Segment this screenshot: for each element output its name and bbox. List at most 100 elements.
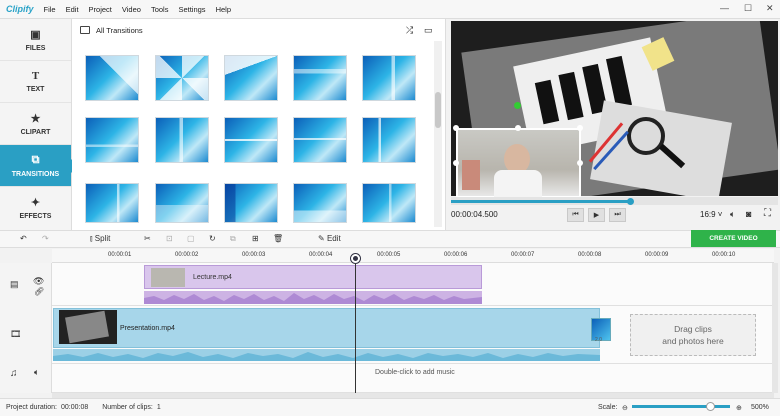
resize-handle[interactable] — [453, 125, 459, 131]
sidebar-item-label: FILES — [25, 44, 46, 52]
menu-edit[interactable]: Edit — [66, 5, 79, 14]
playhead-handle[interactable] — [351, 254, 360, 263]
rotate-handle[interactable] — [514, 102, 521, 109]
text-icon: T — [31, 70, 40, 82]
create-video-button[interactable]: CREATE VIDEO — [691, 230, 776, 247]
panel-scrollbar[interactable] — [434, 41, 442, 227]
transition-thumb[interactable] — [362, 117, 416, 163]
split-button[interactable]: ⫾ Split — [90, 234, 110, 244]
drop-zone[interactable]: Drag clips and photos here — [630, 314, 756, 356]
toggle-icon[interactable]: ▭ — [424, 25, 433, 36]
transition-thumb[interactable] — [224, 183, 278, 223]
clip-name: Presentation.mp4 — [120, 325, 175, 332]
transition-thumb[interactable] — [224, 55, 278, 101]
link-icon[interactable]: 🔗︎ — [34, 287, 44, 296]
audio-waveform[interactable] — [144, 291, 482, 304]
edit-button[interactable]: ✎ Edit — [318, 234, 341, 243]
ruler-tick: 00:00:06 — [444, 252, 468, 258]
scale-slider-knob[interactable] — [706, 402, 715, 411]
menu-tools[interactable]: Tools — [151, 5, 169, 14]
zoom-out-icon[interactable]: ⊖ — [622, 404, 628, 412]
ruler-tick: 00:00:05 — [377, 252, 401, 258]
menu-project[interactable]: Project — [89, 5, 112, 14]
aspect-ratio-value: 16:9 — [700, 210, 716, 219]
add-clip-icon[interactable]: ⊞ — [252, 234, 259, 243]
zoom-in-icon[interactable]: ⊕ — [736, 404, 742, 412]
resize-icon[interactable]: ▢ — [187, 234, 195, 243]
timeline-toolbar: ↶ ↷ ⫾ Split ✂ ⊡ ▢ ↻ ⧉ ⊞ 🗑︎ ✎ Edit — [0, 230, 780, 248]
maximize-icon[interactable]: ☐ — [744, 3, 752, 14]
scissors-icon[interactable]: ✂ — [144, 234, 151, 243]
menu-file[interactable]: File — [44, 5, 56, 14]
scale-slider-track[interactable] — [632, 405, 730, 408]
track-headers: ▤ 👁︎ 🔗︎ 🎞︎ ♫ 🔈︎ — [0, 263, 52, 393]
sidebar-item-clipart[interactable]: ★ CLIPART — [0, 103, 71, 145]
eye-icon[interactable]: 👁︎ — [33, 276, 44, 287]
sidebar-item-files[interactable]: ▣ FILES — [0, 19, 71, 61]
transition-thumb[interactable] — [293, 117, 347, 163]
audio-waveform[interactable] — [53, 349, 600, 361]
scale-value: 500% — [751, 404, 769, 411]
preview-progress-knob[interactable] — [627, 198, 634, 205]
trash-icon[interactable]: 🗑︎ — [273, 234, 283, 243]
sidebar-item-transitions[interactable]: ⧉ TRANSITIONS — [0, 145, 78, 187]
overlay-track-icon: ▤ — [10, 279, 19, 289]
camera-icon[interactable]: ◙ — [746, 209, 751, 219]
transition-thumb[interactable] — [362, 183, 416, 223]
aspect-ratio-select[interactable]: 16:9 ˅ — [700, 210, 722, 219]
waveform-svg — [53, 352, 600, 361]
ruler-tick: 00:00:04 — [309, 252, 333, 258]
timeline-vscrollbar[interactable] — [772, 263, 778, 393]
transition-thumb[interactable] — [85, 55, 139, 101]
sidebar-item-label: TEXT — [26, 86, 45, 93]
transition-thumb[interactable] — [155, 183, 209, 223]
resize-handle[interactable] — [453, 160, 459, 166]
timeline-clip-presentation[interactable]: Presentation.mp4 — [53, 308, 600, 348]
sidebar: ▣ FILES T TEXT ★ CLIPART ⧉ TRANSITIONS ✦… — [0, 19, 78, 230]
resize-handle[interactable] — [577, 125, 583, 131]
panel-scrollbar-thumb[interactable] — [435, 92, 441, 128]
menu-settings[interactable]: Settings — [178, 5, 205, 14]
timeline-clip-lecture[interactable]: Lecture.mp4 — [144, 265, 482, 289]
sidebar-item-label: CLIPART — [20, 128, 51, 136]
sidebar-item-effects[interactable]: ✦ EFFECTS — [0, 187, 71, 229]
image-icon: ▣ — [30, 28, 41, 41]
transition-thumb[interactable] — [224, 117, 278, 163]
film-icon — [80, 26, 90, 34]
menu-video[interactable]: Video — [122, 5, 141, 14]
crop-icon[interactable]: ⊡ — [166, 234, 173, 243]
shuffle-icon[interactable]: ⤮ — [406, 25, 413, 36]
resize-handle[interactable] — [577, 160, 583, 166]
pip-poster — [462, 160, 480, 190]
resize-handle[interactable] — [515, 125, 521, 131]
split-label: Split — [94, 234, 111, 243]
transition-thumb[interactable] — [85, 183, 139, 223]
video-track-icon: 🎞︎ — [10, 329, 22, 339]
volume-icon[interactable]: 🔈︎ — [34, 367, 39, 378]
redo-icon[interactable]: ↷ — [42, 234, 49, 243]
rotate-icon[interactable]: ↻ — [209, 234, 216, 243]
undo-icon[interactable]: ↶ — [20, 234, 27, 243]
duration-label: Project duration: — [6, 404, 57, 411]
skip-back-button[interactable]: ⏮ — [567, 208, 584, 222]
volume-icon[interactable]: 🔈︎ — [730, 209, 735, 220]
copy-icon[interactable]: ⧉ — [230, 234, 236, 244]
skip-forward-button[interactable]: ⏭ — [609, 208, 626, 222]
ruler-tick: 00:00:08 — [578, 252, 602, 258]
fullscreen-icon[interactable]: ⛶ — [764, 208, 771, 219]
play-button[interactable]: ▶ — [588, 208, 605, 222]
picture-in-picture[interactable] — [456, 128, 581, 198]
transition-thumb[interactable] — [293, 183, 347, 223]
transition-thumb[interactable] — [362, 55, 416, 101]
app-logo: Clipify — [6, 4, 34, 14]
preview-progress-fill — [451, 200, 631, 203]
transition-thumb[interactable] — [155, 55, 209, 101]
menu-help[interactable]: Help — [216, 5, 231, 14]
transition-thumb[interactable] — [155, 117, 209, 163]
minimize-icon[interactable]: — — [720, 3, 729, 13]
transition-thumb[interactable] — [293, 55, 347, 101]
close-icon[interactable]: ✕ — [766, 3, 774, 14]
sidebar-item-text[interactable]: T TEXT — [0, 61, 71, 103]
transition-thumb[interactable] — [85, 117, 139, 163]
ruler-tick: 00:00:10 — [712, 252, 736, 258]
